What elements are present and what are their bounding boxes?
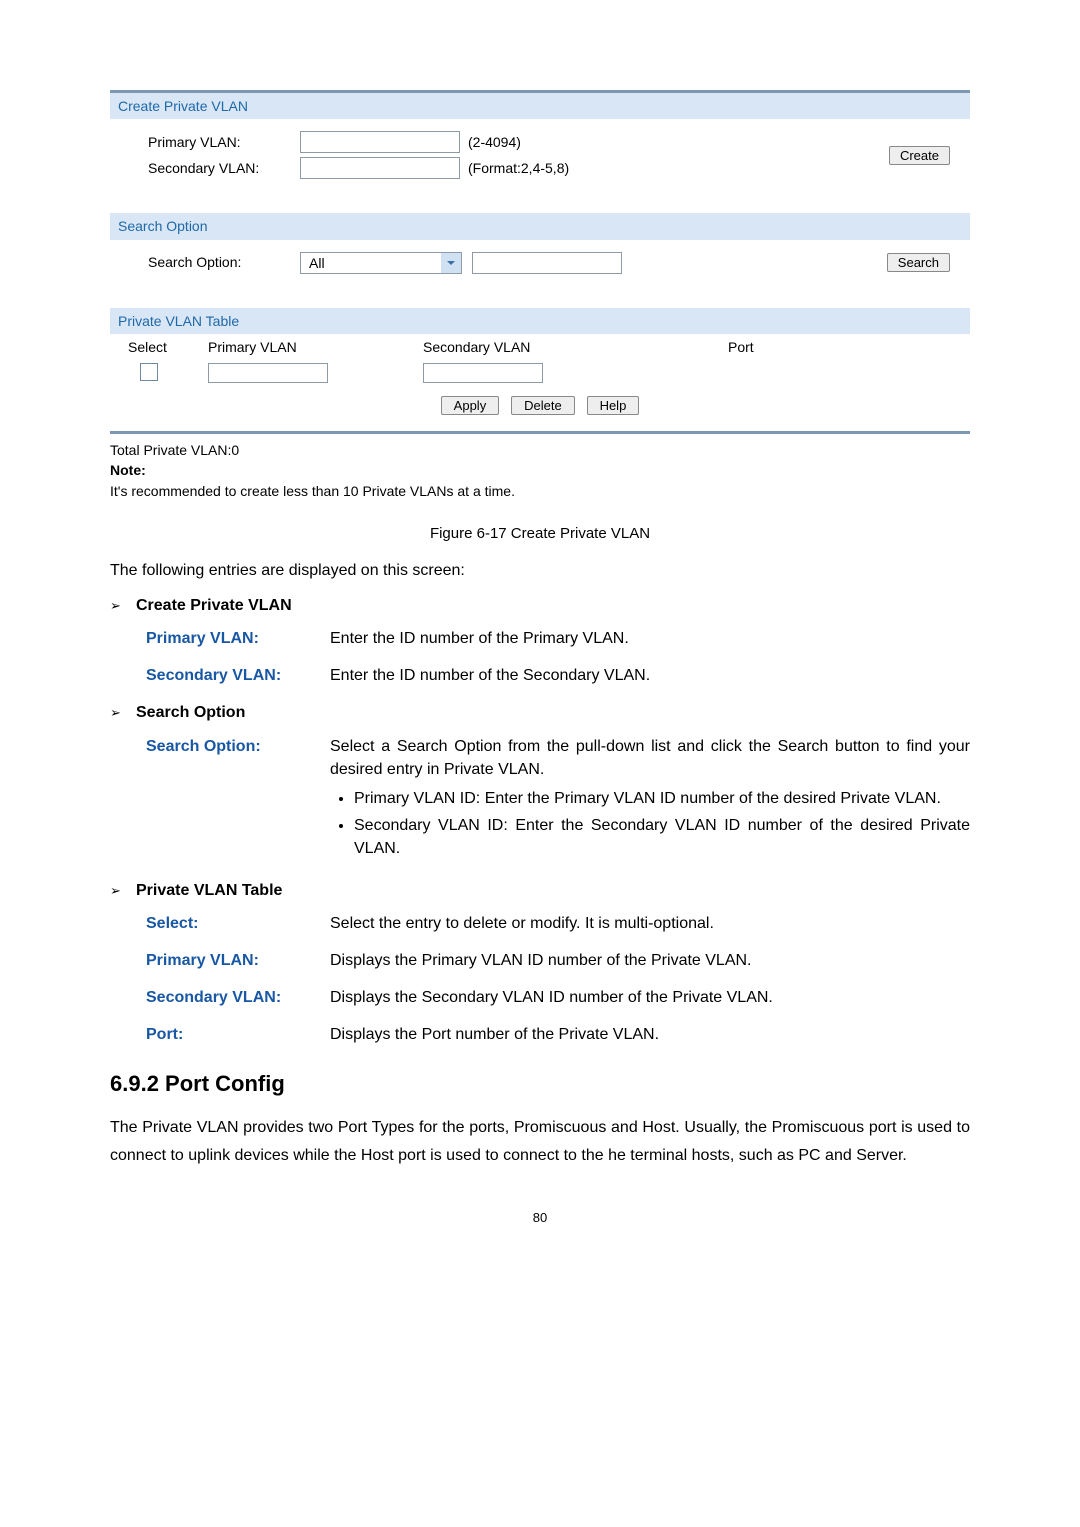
search-option-label: Search Option: [130,252,300,272]
heading-create: ➢ Create Private VLAN [110,594,970,617]
col-port: Port [648,337,954,357]
term-pv: Primary VLAN: [146,949,330,972]
table-section-header: Private VLAN Table [110,308,970,334]
col-secondary-vlan: Secondary VLAN [423,337,648,357]
search-option-select[interactable]: All [300,252,462,274]
term-port: Port: [146,1023,330,1046]
heading-search: ➢ Search Option [110,701,970,724]
create-button[interactable]: Create [889,146,950,165]
table-row [118,360,962,385]
body-paragraph: The Private VLAN provides two Port Types… [110,1114,970,1168]
primary-vlan-input[interactable] [300,131,460,153]
def-list-table: Select: Select the entry to delete or mo… [146,912,970,1047]
primary-vlan-label: Primary VLAN: [130,132,300,152]
chevron-down-icon [441,253,461,273]
heading-table: ➢ Private VLAN Table [110,879,970,902]
term-sv: Secondary VLAN: [146,986,330,1009]
def-list-search: Search Option: Select a Search Option fr… [146,735,970,865]
row-primary-input[interactable] [208,363,328,383]
config-panel: Create Private VLAN Primary VLAN: (2-409… [110,90,970,434]
search-option-value: All [301,253,441,273]
page-number: 80 [110,1209,970,1228]
intro-line: The following entries are displayed on t… [110,559,970,582]
row-select-checkbox[interactable] [140,363,158,381]
def-sv: Displays the Secondary VLAN ID number of… [330,986,970,1009]
search-button[interactable]: Search [887,253,950,272]
create-section-header: Create Private VLAN [110,93,970,119]
def-secondary: Enter the ID number of the Secondary VLA… [330,664,970,687]
button-bar: Apply Delete Help [118,385,962,421]
primary-vlan-hint: (2-4094) [468,132,593,152]
arrow-icon: ➢ [110,704,136,723]
apply-button[interactable]: Apply [441,396,500,415]
def-port: Displays the Port number of the Private … [330,1023,970,1046]
def-select: Select the entry to delete or modify. It… [330,912,970,935]
col-primary-vlan: Primary VLAN [208,337,423,357]
help-button[interactable]: Help [587,396,640,415]
search-value-input[interactable] [472,252,622,274]
secondary-vlan-label: Secondary VLAN: [130,158,300,178]
term-primary: Primary VLAN: [146,627,330,650]
figure-caption: Figure 6-17 Create Private VLAN [110,523,970,545]
def-primary: Enter the ID number of the Primary VLAN. [330,627,970,650]
subsection-heading: 6.9.2 Port Config [110,1068,970,1100]
def-pv: Displays the Primary VLAN ID number of t… [330,949,970,972]
search-section-header: Search Option [110,213,970,239]
table-header-row: Select Primary VLAN Secondary VLAN Port [118,334,962,360]
def-search-option: Select a Search Option from the pull-dow… [330,735,970,865]
create-section-body: Primary VLAN: (2-4094) Secondary VLAN: (… [118,119,962,191]
note-text: It's recommended to create less than 10 … [110,481,970,501]
term-select: Select: [146,912,330,935]
term-secondary: Secondary VLAN: [146,664,330,687]
bullet-secondary-id: Secondary VLAN ID: Enter the Secondary V… [354,814,970,860]
note-label: Note: [110,460,970,480]
row-secondary-input[interactable] [423,363,543,383]
bullet-primary-id: Primary VLAN ID: Enter the Primary VLAN … [354,787,970,810]
search-section-body: Search Option: All Search [118,240,962,286]
col-select: Select [128,337,208,357]
term-search-option: Search Option: [146,735,330,865]
secondary-vlan-input[interactable] [300,157,460,179]
secondary-vlan-hint: (Format:2,4-5,8) [468,158,593,178]
def-list-create: Primary VLAN: Enter the ID number of the… [146,627,970,687]
arrow-icon: ➢ [110,882,136,901]
delete-button[interactable]: Delete [511,396,575,415]
total-count: Total Private VLAN:0 [110,440,970,460]
arrow-icon: ➢ [110,597,136,616]
